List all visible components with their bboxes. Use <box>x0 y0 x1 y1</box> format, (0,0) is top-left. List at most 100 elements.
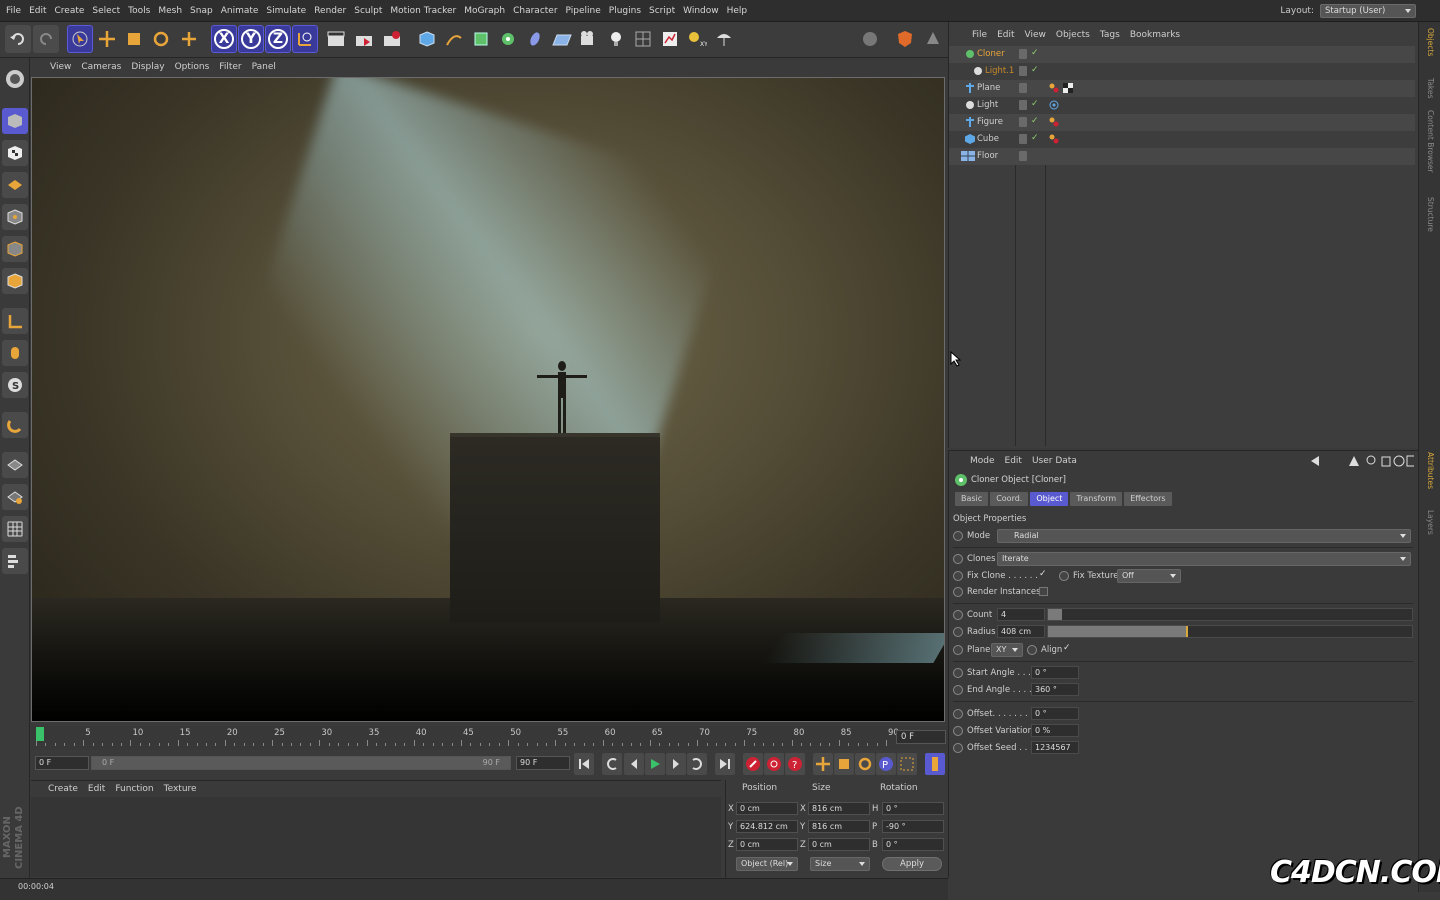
menu-character[interactable]: Character <box>509 0 561 22</box>
rotate-tool-button[interactable] <box>148 25 174 53</box>
lock-workplane-button[interactable] <box>2 452 28 478</box>
previous-key-button[interactable] <box>602 753 622 775</box>
objects-menu-file[interactable]: File <box>967 27 992 43</box>
menu-help[interactable]: Help <box>723 0 752 22</box>
timeline-button[interactable] <box>925 753 945 775</box>
animate-radio[interactable] <box>953 726 963 736</box>
visibility-toggle[interactable] <box>1019 49 1027 59</box>
record-button[interactable] <box>743 753 763 775</box>
render-picture-viewer-button[interactable] <box>351 25 377 53</box>
clones-dropdown[interactable]: Iterate <box>997 552 1411 566</box>
size-z-field[interactable]: 0 cm <box>808 838 870 851</box>
recent-tool-button[interactable] <box>176 25 202 53</box>
animate-radio[interactable] <box>953 627 963 637</box>
tweak-mode-button[interactable] <box>2 340 28 366</box>
attr-menu-mode[interactable]: Mode <box>965 453 1000 469</box>
make-editable-button[interactable] <box>2 66 28 92</box>
rotation-b-field[interactable]: 0 ° <box>882 838 944 851</box>
key-position-button[interactable] <box>813 753 833 775</box>
redo-button[interactable] <box>33 25 59 53</box>
fix-texture-dropdown[interactable]: Off <box>1117 569 1181 583</box>
attr-menu-user-data[interactable]: User Data <box>1027 453 1082 469</box>
tab-content-browser[interactable]: Content Browser <box>1423 110 1435 173</box>
menu-mesh[interactable]: Mesh <box>154 0 186 22</box>
objects-menu-objects[interactable]: Objects <box>1051 27 1095 43</box>
menu-select[interactable]: Select <box>88 0 124 22</box>
visibility-toggle[interactable] <box>1019 117 1027 127</box>
tab-layers[interactable]: Layers <box>1423 510 1435 535</box>
scale-tool-button[interactable] <box>121 25 147 53</box>
menu-file[interactable]: File <box>0 0 25 22</box>
menu-sculpt[interactable]: Sculpt <box>350 0 386 22</box>
axis-y-button[interactable]: Y <box>238 25 264 53</box>
enabled-check[interactable]: ✓ <box>1031 48 1039 58</box>
viewport-menu-display[interactable]: Display <box>126 58 169 76</box>
object-row-figure[interactable]: Figure ✓ <box>949 114 1415 131</box>
animate-radio[interactable] <box>953 587 963 597</box>
visibility-toggle[interactable] <box>1019 100 1027 110</box>
tab-effectors[interactable]: Effectors <box>1124 492 1172 506</box>
points-mode-button[interactable] <box>2 204 28 230</box>
menu-window[interactable]: Window <box>679 0 723 22</box>
animate-radio[interactable] <box>953 531 963 541</box>
count-slider[interactable] <box>1047 608 1413 621</box>
tab-basic[interactable]: Basic <box>955 492 989 506</box>
key-parameter-button[interactable]: P <box>876 753 896 775</box>
menu-motion-tracker[interactable]: Motion Tracker <box>386 0 460 22</box>
menu-animate[interactable]: Animate <box>217 0 263 22</box>
animate-radio[interactable] <box>1059 571 1069 581</box>
attr-menu-edit[interactable]: Edit <box>1000 453 1027 469</box>
objects-menu-edit[interactable]: Edit <box>992 27 1019 43</box>
light-xyz-button[interactable]: XYZ <box>684 25 710 53</box>
object-row-plane[interactable]: Plane <box>949 80 1415 97</box>
object-row-light1[interactable]: Light.1 ✓ <box>949 63 1415 80</box>
snapping-button[interactable]: S <box>2 372 28 398</box>
camera-button[interactable] <box>576 25 602 53</box>
position-z-field[interactable]: 0 cm <box>736 838 798 851</box>
viewport-menu-options[interactable]: Options <box>170 58 215 76</box>
edges-mode-button[interactable] <box>2 236 28 262</box>
deformer-button[interactable] <box>522 25 548 53</box>
object-row-cloner[interactable]: Cloner ✓ <box>949 46 1415 63</box>
animate-radio[interactable] <box>953 668 963 678</box>
grid-button[interactable] <box>630 25 656 53</box>
material-menu-texture[interactable]: Texture <box>159 781 202 798</box>
start-angle-field[interactable]: 0 ° <box>1031 666 1079 679</box>
layout-dropdown[interactable]: Startup (User) <box>1320 4 1416 18</box>
snap-button[interactable] <box>857 25 883 53</box>
objects-menu-tags[interactable]: Tags <box>1095 27 1125 43</box>
tab-takes[interactable]: Takes <box>1423 78 1435 99</box>
animate-radio[interactable] <box>1027 645 1037 655</box>
animate-radio[interactable] <box>953 709 963 719</box>
workplane-button[interactable] <box>892 25 918 53</box>
align-checkbox[interactable]: ✓ <box>1063 643 1071 653</box>
animate-radio[interactable] <box>953 610 963 620</box>
spline-pen-button[interactable] <box>441 25 467 53</box>
max-frame-field[interactable]: 90 F <box>516 756 570 770</box>
undo-button[interactable] <box>5 25 31 53</box>
light-button[interactable] <box>603 25 629 53</box>
key-rotation-button[interactable] <box>855 753 875 775</box>
cloner-button[interactable] <box>495 25 521 53</box>
cube-primitive-button[interactable] <box>414 25 440 53</box>
menu-edit[interactable]: Edit <box>25 0 50 22</box>
live-selection-button[interactable] <box>67 25 93 53</box>
animate-radio[interactable] <box>953 685 963 695</box>
align-workplane-button[interactable] <box>2 484 28 510</box>
next-key-button[interactable] <box>687 753 707 775</box>
key-scale-button[interactable] <box>834 753 854 775</box>
enabled-check[interactable]: ✓ <box>1031 65 1039 75</box>
play-button[interactable] <box>645 753 665 775</box>
count-field[interactable]: 4 <box>997 608 1045 621</box>
object-row-cube[interactable]: Cube ✓ <box>949 131 1415 148</box>
animate-radio[interactable] <box>953 554 963 564</box>
tab-object[interactable]: Object <box>1030 492 1069 506</box>
3d-viewport[interactable] <box>31 77 945 722</box>
key-pla-button[interactable] <box>897 753 917 775</box>
menu-plugins[interactable]: Plugins <box>605 0 645 22</box>
offset-field[interactable]: 0 ° <box>1031 707 1079 720</box>
render-instances-checkbox[interactable] <box>1039 587 1048 596</box>
material-menu-function[interactable]: Function <box>110 781 158 798</box>
coordinate-mode-dropdown[interactable]: Object (Rel) <box>736 857 798 871</box>
tab-coord[interactable]: Coord. <box>990 492 1029 506</box>
